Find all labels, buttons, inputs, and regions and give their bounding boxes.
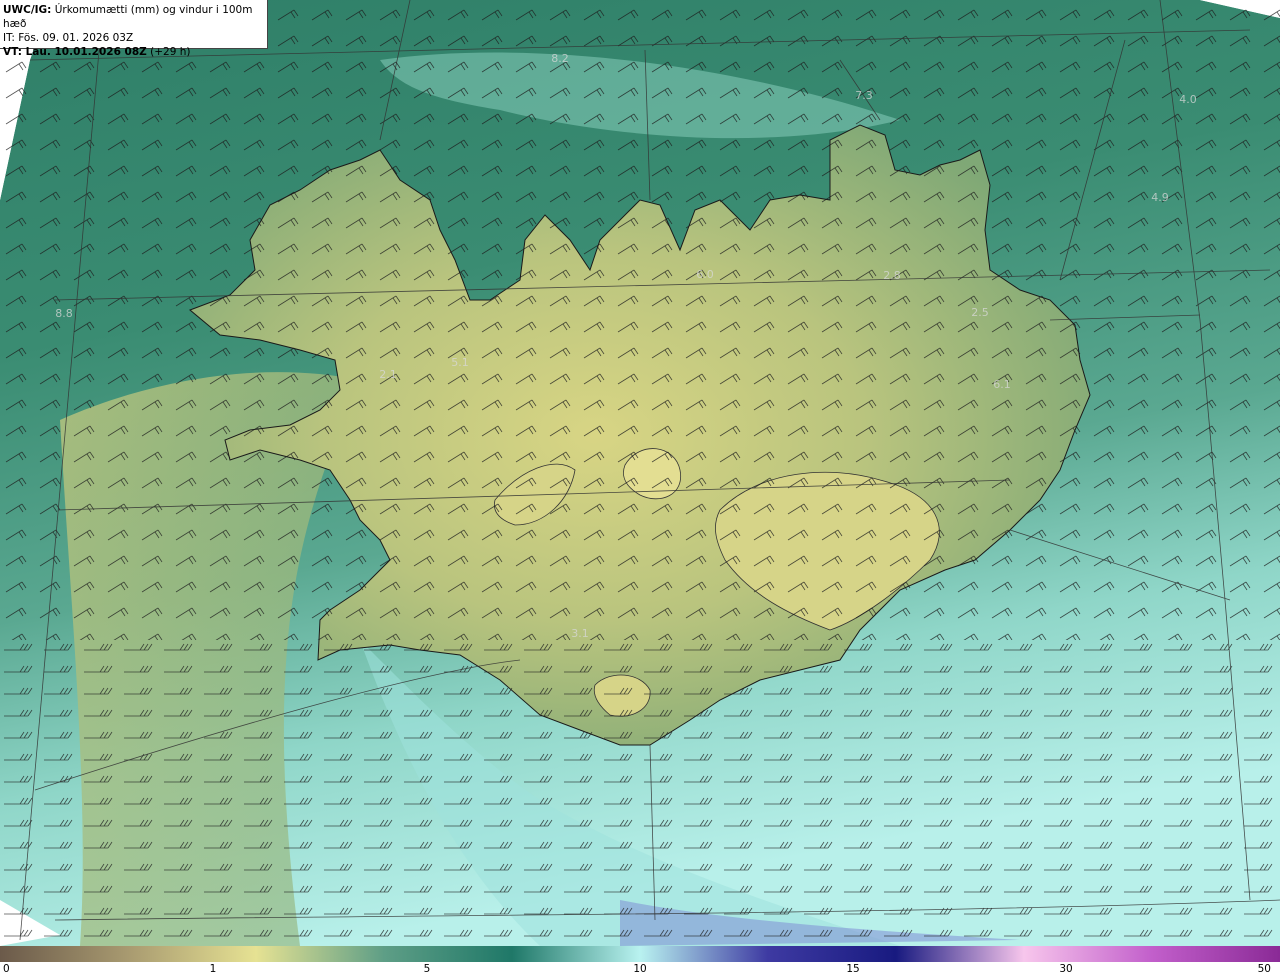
map-value-label: 2.5 xyxy=(971,306,989,319)
map-value-label: 8.8 xyxy=(55,307,73,320)
colorbar-tick-label: 5 xyxy=(423,963,431,975)
model-label: UWC/IG: xyxy=(3,4,52,16)
colorbar-tick-label: 30 xyxy=(1059,963,1073,975)
title-line: UWC/IG: Úrkomumætti (mm) og vindur i 100… xyxy=(3,3,263,31)
lead-time: (+29 h) xyxy=(150,46,191,58)
valid-time: VT: Lau. 10.01.2026 08Z xyxy=(3,46,147,58)
colorbar-tick-label: 15 xyxy=(846,963,860,975)
forecast-info-box: UWC/IG: Úrkomumætti (mm) og vindur i 100… xyxy=(0,0,268,58)
map-value-label: 3.1 xyxy=(571,627,589,640)
map-value-label: 2.1 xyxy=(379,368,397,381)
map-value-label: 6.0 xyxy=(696,268,714,281)
valid-time-line: VT: Lau. 10.01.2026 08Z (+29 h) xyxy=(3,45,263,59)
map-value-label: 8.2 xyxy=(551,52,569,65)
map-value-label: 4.0 xyxy=(1179,93,1197,106)
map-value-label: 5.1 xyxy=(451,356,469,369)
colorbar-tick-label: 0 xyxy=(3,963,10,975)
colorbar-legend: 0 1 5 10 15 30 50 xyxy=(0,946,1280,978)
map-value-label: 7.3 xyxy=(855,89,873,102)
wind-barbs xyxy=(0,0,1280,946)
map-value-label: 4.9 xyxy=(1151,191,1169,204)
colorbar-tick-label: 10 xyxy=(633,963,647,975)
colorbar-tick-label: 50 xyxy=(1257,963,1271,975)
init-time: IT: Fös. 09. 01. 2026 03Z xyxy=(3,32,134,44)
colorbar-gradient xyxy=(0,946,1280,962)
forecast-map: 8.2 7.3 4.0 4.9 6.0 2.8 2.5 6.1 5.1 2.1 3.1 8.8 UWC… xyxy=(0,0,1280,946)
colorbar-tick-label: 1 xyxy=(209,963,217,975)
map-canvas: 8.2 7.3 4.0 4.9 6.0 2.8 2.5 6.1 5.1 2.1 3.1 8.8 xyxy=(0,0,1280,946)
map-value-label: 2.8 xyxy=(883,269,901,282)
map-value-label: 6.1 xyxy=(993,378,1011,391)
